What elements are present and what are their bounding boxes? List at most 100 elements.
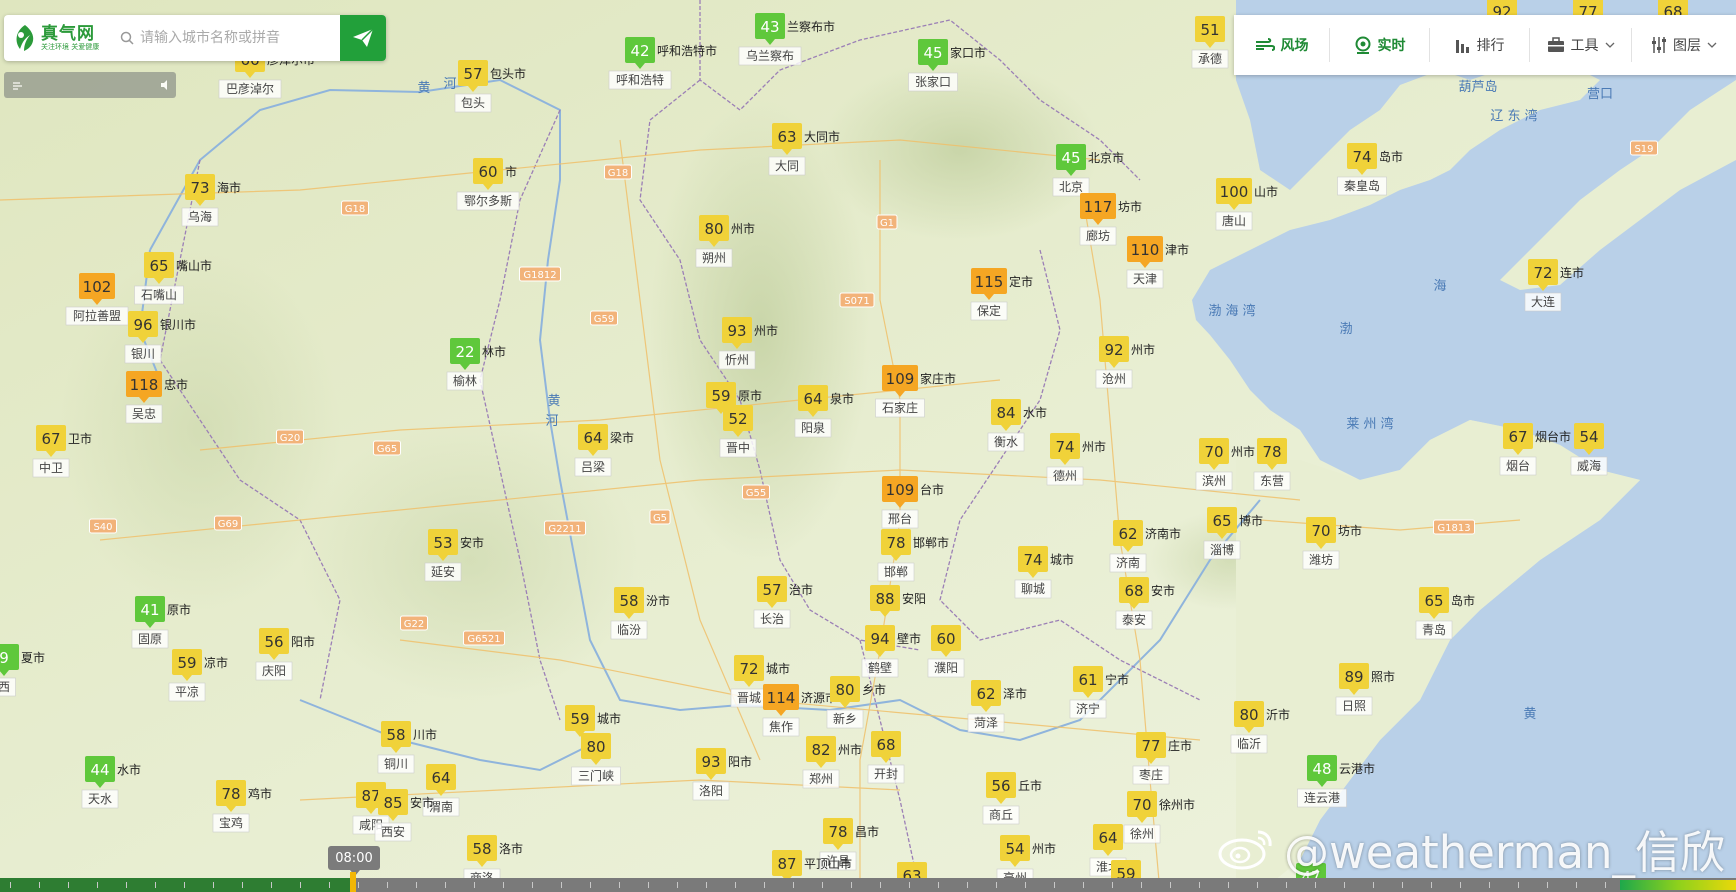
toolbar-wind-field[interactable]: 风场: [1234, 28, 1330, 62]
aqi-value: 88: [875, 590, 894, 608]
city-map-label: 州市: [1131, 342, 1155, 357]
city-name: 衡水: [994, 435, 1018, 449]
aqi-value: 65: [1212, 512, 1231, 530]
aqi-value: 42: [630, 42, 649, 60]
city-map-label: 宁市: [1105, 672, 1129, 687]
timeline-bar[interactable]: [0, 878, 1736, 892]
aqi-station-marker[interactable]: 54 威海: [1570, 423, 1608, 476]
bar-chart-icon: [1455, 40, 1469, 53]
road-shield: G69: [214, 515, 242, 531]
toolbar-wind-label: 风场: [1280, 38, 1309, 54]
place-label: 渤: [1339, 321, 1352, 337]
city-map-label: 安市: [1151, 583, 1175, 598]
city-search-input[interactable]: [138, 17, 340, 59]
aqi-value: 80: [1239, 706, 1258, 724]
paper-plane-icon: [353, 28, 374, 47]
aqi-value: 53: [433, 534, 452, 552]
city-name: 晋城: [737, 691, 761, 705]
city-map-label: 岛市: [1379, 149, 1403, 164]
aqi-value: 60: [936, 630, 955, 648]
road-shield: S40: [89, 518, 117, 534]
timeline-tick: [1344, 882, 1345, 888]
toolbar-layers[interactable]: 图层: [1632, 28, 1736, 62]
weibo-icon: [1218, 830, 1272, 870]
city-name: 焦作: [769, 720, 793, 734]
timeline-tick: [967, 882, 968, 888]
layers-icon: [1652, 37, 1666, 53]
timeline-tick: [880, 882, 881, 888]
city-map-label: 沂市: [1266, 707, 1290, 722]
timeline-tick: [590, 882, 591, 888]
city-name: 承德: [1198, 51, 1222, 66]
road-shield: G18: [604, 164, 632, 180]
map-canvas[interactable]: G18 G18 G1812 G59 G1 S071 G20 G65 G55 G5 G2211 G69 S…: [0, 0, 1736, 892]
aqi-value: 87: [777, 855, 796, 873]
city-map-label: 忠市: [164, 377, 188, 392]
aqi-value: 93: [727, 322, 746, 340]
city-map-label: 州市: [838, 742, 862, 757]
city-name: 天水: [88, 792, 112, 806]
city-name: 平凉: [175, 684, 199, 699]
road-shield: G1812: [519, 266, 561, 282]
road-shield-label: G2211: [548, 524, 581, 535]
city-name: 枣庄: [1139, 767, 1163, 782]
city-name: 德州: [1053, 468, 1077, 483]
aqi-value: 78: [828, 823, 847, 841]
timeline-tick: [648, 882, 649, 888]
timeline-tick: [184, 882, 185, 888]
timeline-tick: [358, 882, 359, 888]
timeline-tick: [851, 882, 852, 888]
city-name: 石家庄: [882, 400, 918, 415]
toolbar-layers-label: 图层: [1673, 38, 1701, 54]
aqi-station-marker[interactable]: 60 濮阳: [927, 625, 965, 678]
road-shield-label: G69: [218, 519, 238, 530]
timeline-handle[interactable]: [350, 872, 356, 892]
toolbar-tools[interactable]: 工具: [1530, 28, 1632, 62]
aqi-station-marker[interactable]: 51 承德: [1191, 16, 1229, 69]
timeline-tick: [822, 882, 823, 888]
timeline-time-label: 08:00: [328, 846, 380, 876]
city-map-label: 州市: [754, 323, 778, 338]
aqi-value: 117: [1084, 198, 1113, 216]
city-map-label: 乡市: [862, 682, 886, 697]
city-name: 铜川: [384, 756, 408, 771]
city-name: 临汾: [617, 623, 641, 637]
aqi-value: 67: [41, 430, 60, 448]
toolbar-ranking[interactable]: 排行: [1430, 28, 1530, 62]
timeline-tick: [1141, 882, 1142, 888]
toolbar-realtime-label: 实时: [1377, 38, 1406, 54]
city-map-label: 安阳: [902, 591, 926, 606]
city-name: 威海: [1577, 458, 1601, 473]
map-toolbar: 风场 实时 排行 工具 图层: [1234, 15, 1736, 75]
aqi-station-marker[interactable]: 52 晋中: [719, 405, 757, 458]
timeline-tick: [1431, 882, 1432, 888]
road-shield: G59: [590, 310, 618, 326]
city-map-label: 坊市: [1338, 523, 1362, 538]
aqi-value: 87: [361, 787, 380, 805]
site-logo[interactable]: 真气网 关注环境 关爱健康: [4, 15, 116, 61]
city-map-label: 烟台市: [1535, 429, 1571, 444]
city-name: 固原: [138, 632, 162, 646]
timeline-tick: [126, 882, 127, 888]
city-map-label: 水市: [1023, 405, 1047, 420]
aqi-station-marker[interactable]: 68 开封: [867, 731, 905, 784]
aqi-value: 41: [140, 601, 159, 619]
aqi-value: 45: [923, 44, 942, 62]
search-submit-button[interactable]: [340, 15, 386, 61]
timeline-tick: [1170, 882, 1171, 888]
city-map-label: 家口市: [950, 45, 986, 60]
toolbar-realtime[interactable]: 实时: [1330, 28, 1430, 62]
aqi-value: 72: [739, 660, 758, 678]
city-map-label: 庄市: [1168, 738, 1192, 753]
timeline-tick: [1083, 882, 1084, 888]
city-map-label: 卫市: [68, 431, 92, 446]
city-name: 滨州: [1202, 473, 1226, 488]
city-name: 长治: [760, 612, 784, 626]
place-label: 莱 州 湾: [1346, 416, 1393, 432]
city-name: 郑州: [809, 771, 833, 786]
aqi-value: 115: [975, 273, 1004, 291]
animation-slider[interactable]: [4, 72, 176, 98]
aqi-station-marker[interactable]: 78 东营: [1253, 438, 1291, 491]
place-label: 营口: [1587, 87, 1613, 102]
city-name: 新乡: [833, 711, 857, 726]
